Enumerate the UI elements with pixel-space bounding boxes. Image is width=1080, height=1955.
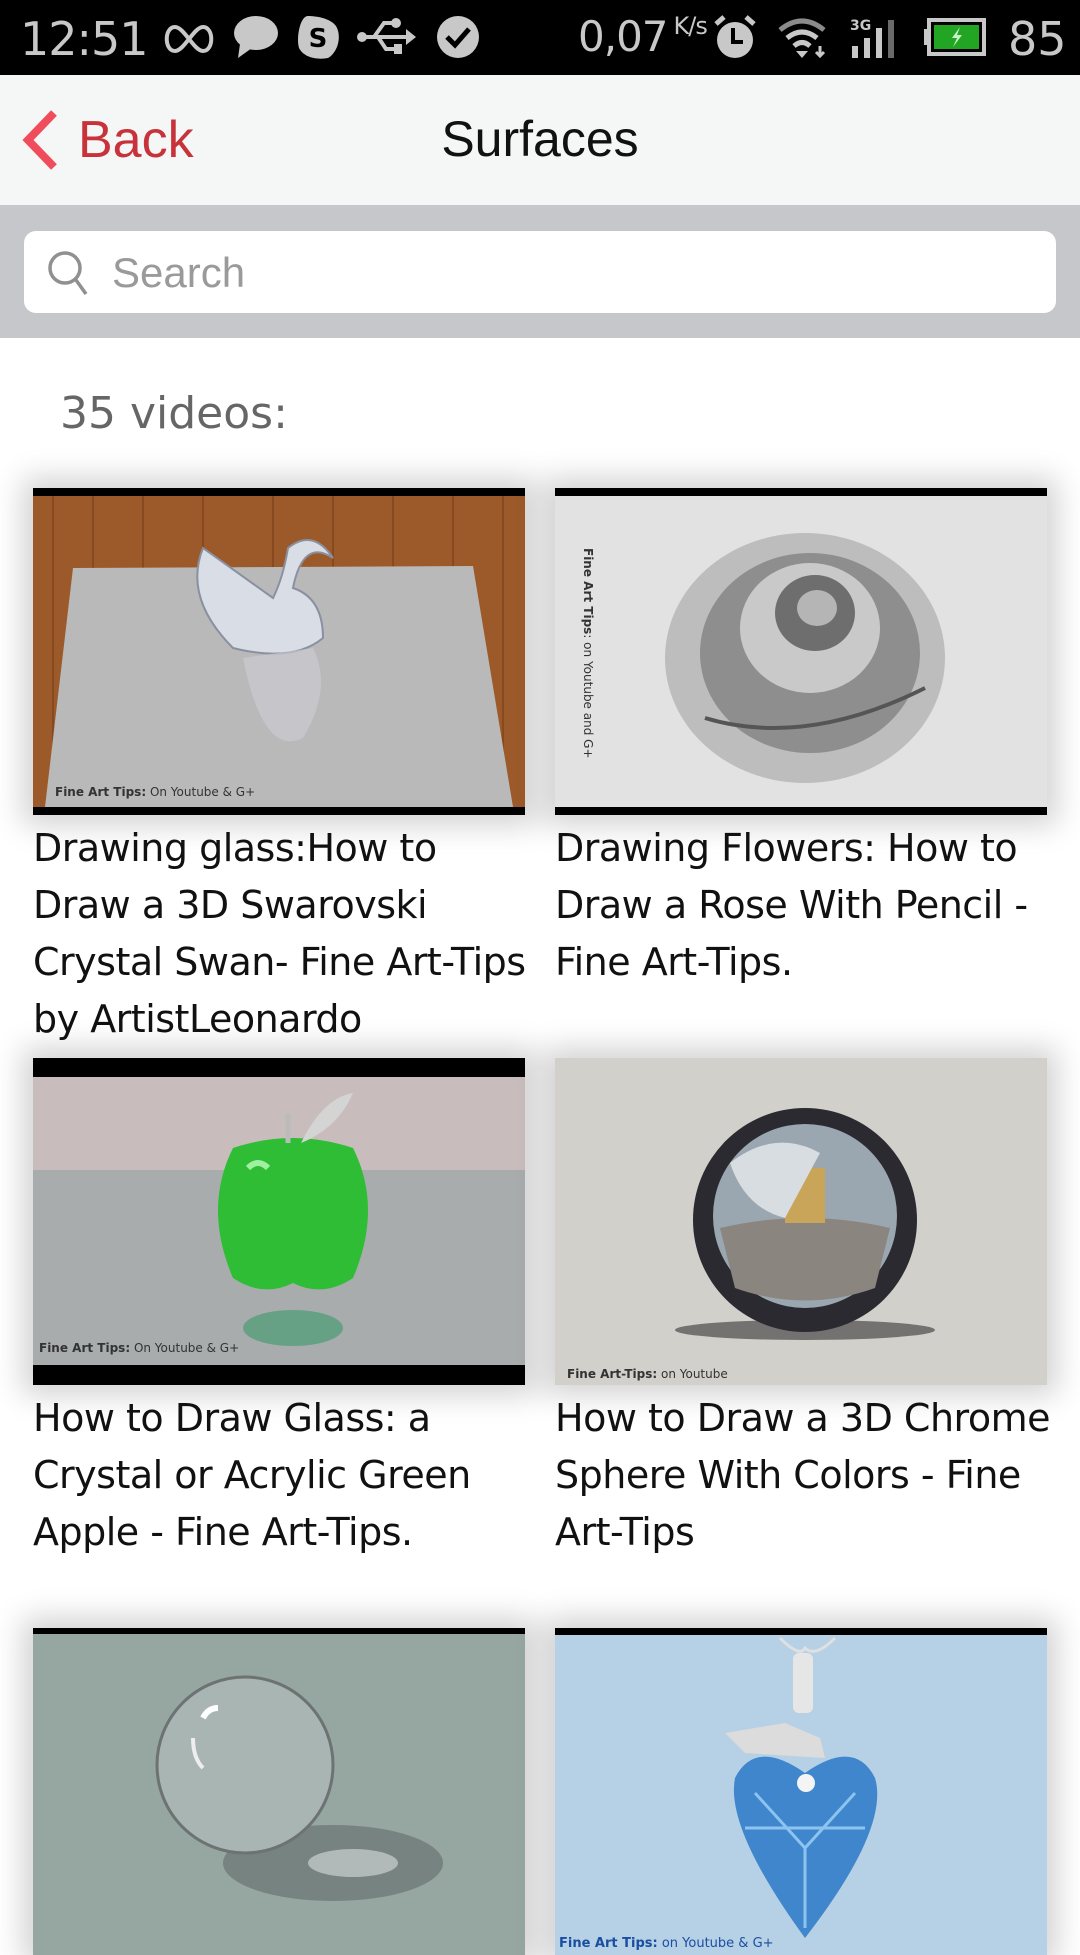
- wifi-icon: [778, 18, 826, 59]
- network-speed-unit: K/s: [673, 12, 708, 40]
- video-thumbnail[interactable]: Fine Art Tips: on Youtube & G+: [555, 1628, 1047, 1955]
- watermark-brand: Fine Art Tips:: [39, 1341, 131, 1355]
- watermark-brand: Fine Art Tips: [581, 548, 595, 635]
- battery-percent: 85: [1008, 12, 1067, 66]
- network-speed-value: 0,07: [578, 12, 669, 61]
- network-type-label: 3G: [850, 18, 871, 34]
- video-thumbnail[interactable]: [33, 1628, 525, 1955]
- status-bar: 12:51 S 0,07 K/s 3G 85: [0, 0, 1080, 75]
- crystal-swan-thumbnail: [33, 488, 525, 815]
- search-box[interactable]: [24, 231, 1056, 315]
- search-icon: [48, 251, 88, 296]
- chrome-sphere-thumbnail: [555, 1058, 1047, 1385]
- video-thumbnail[interactable]: Fine Art-Tips: on Youtube: [555, 1058, 1047, 1385]
- search-bar: [0, 205, 1080, 338]
- usb-icon: [357, 18, 416, 54]
- pencil-rose-thumbnail: [555, 488, 1047, 815]
- watermark-brand: Fine Art Tips:: [559, 1936, 658, 1951]
- green-glass-apple-thumbnail: [33, 1058, 525, 1385]
- search-input[interactable]: [110, 231, 1034, 315]
- network-speed: 0,07 K/s: [578, 12, 708, 61]
- check-circle-icon: [437, 16, 479, 58]
- video-title[interactable]: Drawing glass:How to Draw a 3D Swarovski…: [33, 820, 533, 1048]
- watermark-text: on Youtube: [657, 1367, 728, 1381]
- signal-icon: 3G: [850, 18, 894, 58]
- thumbnail-watermark: Fine Art-Tips: on Youtube: [567, 1367, 728, 1381]
- chat-bubble-icon: [234, 16, 278, 58]
- watermark-text: On Youtube & G+: [146, 785, 256, 799]
- thumbnail-watermark: Fine Art Tips: On Youtube & G+: [55, 785, 255, 799]
- video-thumbnail[interactable]: Fine Art Tips: On Youtube & G+: [33, 488, 525, 815]
- watermark-text: On Youtube & G+: [130, 1341, 240, 1355]
- page-title: Surfaces: [441, 111, 639, 167]
- video-title[interactable]: How to Draw a 3D Chrome Sphere With Colo…: [555, 1390, 1055, 1561]
- video-title[interactable]: How to Draw Glass: a Crystal or Acrylic …: [33, 1390, 533, 1561]
- battery-charging-icon: [924, 18, 986, 56]
- thumbnail-watermark: Fine Art Tips: On Youtube & G+: [39, 1341, 239, 1355]
- nav-bar: Back Surfaces: [0, 75, 1080, 205]
- glass-sphere-thumbnail: [33, 1628, 525, 1955]
- skype-icon: S: [298, 16, 339, 59]
- watermark-text: : on Youtube and G+: [581, 634, 595, 759]
- infinity-icon: [164, 24, 214, 54]
- status-time: 12:51: [20, 12, 149, 66]
- blue-heart-pendant-thumbnail: [555, 1628, 1047, 1955]
- svg-text:S: S: [309, 24, 328, 54]
- video-thumbnail[interactable]: Fine Art Tips: On Youtube & G+: [33, 1058, 525, 1385]
- video-title[interactable]: Drawing Flowers: How to Draw a Rose With…: [555, 820, 1055, 991]
- alarm-clock-icon: [714, 15, 756, 58]
- watermark-text: on Youtube & G+: [657, 1936, 774, 1951]
- thumbnail-watermark: Fine Art Tips: on Youtube and G+: [581, 548, 595, 759]
- watermark-brand: Fine Art Tips:: [55, 785, 147, 799]
- thumbnail-watermark: Fine Art Tips: on Youtube & G+: [559, 1936, 774, 1951]
- video-count-label: 35 videos:: [60, 388, 288, 439]
- watermark-brand: Fine Art-Tips:: [567, 1367, 658, 1381]
- video-thumbnail[interactable]: Fine Art Tips: on Youtube and G+: [555, 488, 1047, 815]
